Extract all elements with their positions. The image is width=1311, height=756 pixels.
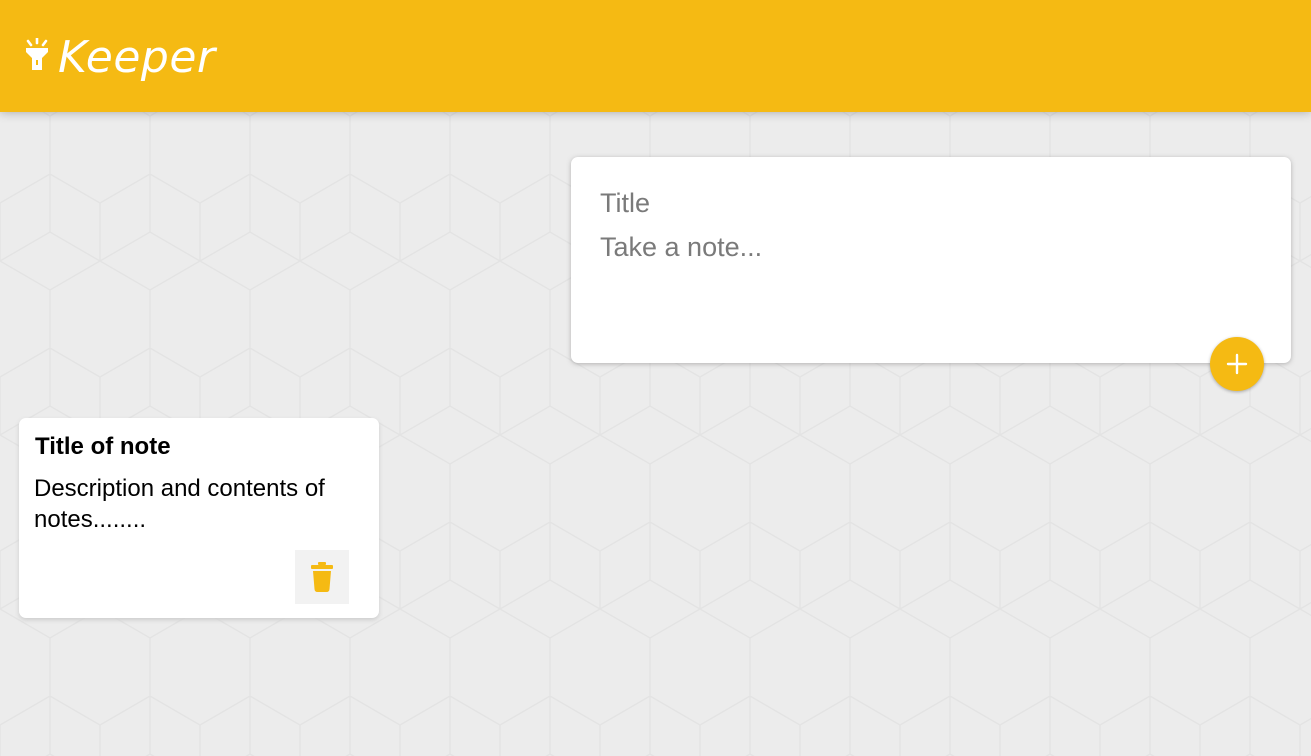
app-header: Keeper	[0, 0, 1311, 112]
note-title: Title of note	[35, 433, 171, 460]
app-title: Keeper	[58, 32, 216, 83]
app-logo: Keeper	[24, 28, 216, 88]
delete-note-button[interactable]	[295, 550, 349, 604]
note-content-input[interactable]	[600, 230, 1240, 340]
add-note-button[interactable]	[1210, 337, 1264, 391]
create-note-form	[571, 157, 1291, 391]
note-title-input[interactable]	[600, 185, 1240, 221]
note-content: Description and contents of notes.......…	[34, 475, 325, 533]
background-pattern	[0, 0, 1311, 756]
flashlight-icon	[26, 38, 48, 70]
trash-icon	[311, 562, 333, 592]
note-card: Title of note Description and contents o…	[19, 418, 379, 618]
plus-icon	[1226, 353, 1248, 375]
